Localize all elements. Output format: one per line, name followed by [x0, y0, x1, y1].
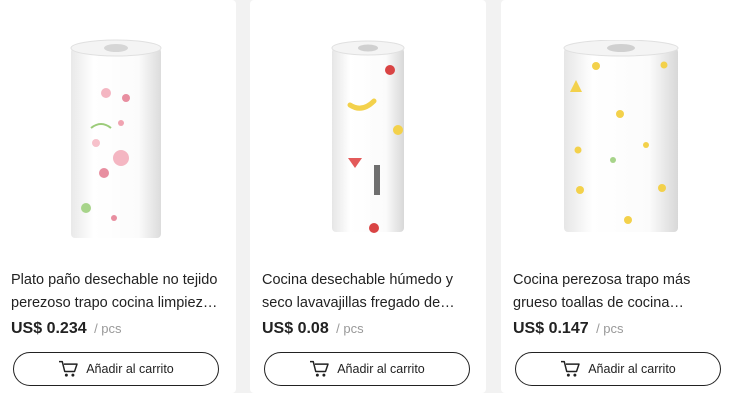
product-price: US$ 0.234: [11, 320, 87, 337]
paper-towel-roll-image: [563, 40, 679, 232]
shopping-cart-icon: [561, 360, 580, 377]
add-to-cart-button[interactable]: Añadir al carrito: [264, 352, 470, 386]
price-unit: / pcs: [94, 321, 122, 336]
price-unit: / pcs: [336, 321, 364, 336]
add-to-cart-button[interactable]: Añadir al carrito: [13, 352, 219, 386]
product-grid: Plato paño desechable no tejido perezoso…: [0, 0, 736, 393]
shopping-cart-icon: [310, 360, 329, 377]
add-to-cart-label: Añadir al carrito: [337, 362, 425, 376]
add-to-cart-button[interactable]: Añadir al carrito: [515, 352, 721, 386]
paper-towel-roll-image: [70, 39, 162, 238]
product-image[interactable]: [501, 0, 736, 262]
product-title[interactable]: Plato paño desechable no tejido perezoso…: [11, 269, 219, 315]
add-to-cart-label: Añadir al carrito: [86, 362, 174, 376]
product-price: US$ 0.08: [262, 320, 329, 337]
product-price: US$ 0.147: [513, 320, 589, 337]
add-to-cart-label: Añadir al carrito: [588, 362, 676, 376]
product-card[interactable]: Cocina desechable húmedo y seco lavavaji…: [250, 0, 486, 393]
product-card[interactable]: Cocina perezosa trapo más grueso toallas…: [501, 0, 736, 393]
product-card[interactable]: Plato paño desechable no tejido perezoso…: [0, 0, 236, 393]
product-image[interactable]: [0, 0, 236, 262]
price-unit: / pcs: [596, 321, 624, 336]
price-row: US$ 0.08 / pcs: [262, 320, 364, 338]
shopping-cart-icon: [59, 360, 78, 377]
product-title[interactable]: Cocina desechable húmedo y seco lavavaji…: [262, 269, 470, 315]
product-image[interactable]: [250, 0, 486, 262]
product-title[interactable]: Cocina perezosa trapo más grueso toallas…: [513, 269, 721, 315]
paper-towel-roll-image: [331, 40, 405, 233]
price-row: US$ 0.147 / pcs: [513, 320, 624, 338]
price-row: US$ 0.234 / pcs: [11, 320, 122, 338]
